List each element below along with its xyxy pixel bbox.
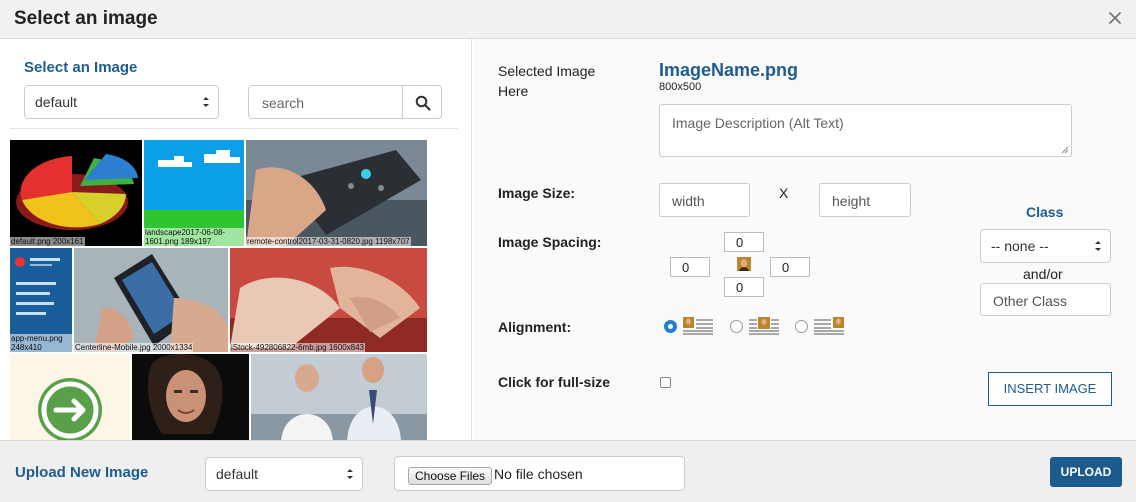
thumbnail-arrow-icon[interactable] [10, 354, 130, 440]
width-input[interactable]: width [659, 183, 750, 217]
fullsize-checkbox[interactable] [660, 377, 671, 388]
spacing-top-input[interactable]: 0 [724, 232, 764, 252]
dialog-titlebar: Select an image [0, 0, 1136, 39]
fullsize-label: Click for full-size [498, 374, 611, 390]
upload-folder-value: default [216, 466, 259, 482]
align-right-radio[interactable] [795, 320, 808, 333]
portrait-picture [132, 354, 249, 440]
alt-text-placeholder: Image Description (Alt Text) [672, 115, 844, 131]
cpr-training-picture [230, 248, 427, 352]
thumbnail-caption: iStock-492806822-6mb.jpg 1600x843 [230, 343, 365, 352]
alt-text-field[interactable]: Image Description (Alt Text) [659, 104, 1072, 157]
andor-label: and/or [1023, 266, 1063, 282]
spacing-left-input[interactable]: 0 [670, 257, 710, 277]
thumbnail-caption: landscape2017-06-08-1601.png 189x197 [144, 228, 244, 246]
select-arrows-icon [1095, 241, 1101, 251]
image-library-panel: Select an Image default search default.p… [0, 39, 472, 440]
search-input[interactable]: search [248, 85, 403, 119]
insert-image-button[interactable]: INSERT IMAGE [988, 372, 1112, 406]
phone-in-hand-picture [74, 248, 228, 352]
thumbnail-caption: app-menu.png 248x410 [10, 334, 72, 352]
library-divider [10, 128, 458, 129]
arrow-circle-picture [10, 354, 130, 440]
image-spacing-label: Image Spacing: [498, 234, 602, 250]
class-select-value: -- none -- [991, 238, 1049, 254]
thumbnail-caption: default.png 200x161 [10, 237, 85, 246]
folder-select[interactable]: default [24, 85, 219, 119]
close-icon[interactable] [1106, 8, 1124, 28]
size-separator: X [779, 185, 789, 201]
align-left-radio[interactable] [664, 320, 677, 333]
image-placeholder-icon [737, 257, 751, 276]
align-center-icon [749, 317, 779, 340]
selected-image-label: Selected Image Here [498, 63, 596, 99]
thumbnail-landscape[interactable]: landscape2017-06-08-1601.png 189x197 [144, 140, 244, 246]
library-heading: Select an Image [24, 59, 138, 76]
select-arrows-icon [203, 97, 209, 107]
search-icon [415, 95, 431, 111]
other-class-input[interactable]: Other Class [980, 283, 1111, 316]
image-size-label: Image Size: [498, 185, 576, 201]
thumbnail-portrait[interactable] [132, 354, 249, 440]
office-meeting-picture [251, 354, 427, 440]
image-dimensions: 800x500 [659, 81, 702, 93]
remote-control-picture [246, 140, 427, 246]
align-left-icon [683, 317, 713, 340]
image-name: ImageName.png [659, 60, 799, 80]
upload-heading: Upload New Image [15, 464, 149, 481]
select-arrows-icon [347, 469, 353, 479]
class-heading: Class [1026, 204, 1064, 220]
align-center-radio[interactable] [730, 320, 743, 333]
thumbnail-remote-control[interactable]: remote-control2017-03-31-0820.jpg 1198x7… [246, 140, 427, 246]
pie-chart-picture [16, 154, 138, 230]
search-placeholder: search [262, 95, 305, 111]
dialog-title: Select an image [14, 8, 158, 29]
spacing-bottom-input[interactable]: 0 [724, 277, 764, 297]
thumbnail-caption: remote-control2017-03-31-0820.jpg 1198x7… [246, 237, 411, 246]
file-picker: Choose Files No file chosen [394, 456, 685, 491]
upload-button[interactable]: UPLOAD [1050, 457, 1122, 487]
thumbnail-gallery[interactable]: default.png 200x161 landscape2017-06-08-… [10, 140, 458, 440]
search-button[interactable] [402, 85, 442, 119]
resize-grip-icon[interactable] [1061, 146, 1069, 154]
thumbnail-istock[interactable]: iStock-492806822-6mb.jpg 1600x843 [230, 248, 427, 352]
width-placeholder: width [672, 193, 705, 209]
align-right-icon [814, 317, 844, 340]
upload-folder-select[interactable]: default [205, 457, 363, 491]
class-select[interactable]: -- none -- [980, 229, 1111, 263]
height-placeholder: height [832, 193, 871, 209]
spacing-right-input[interactable]: 0 [770, 257, 810, 277]
thumbnail-centerline-mobile[interactable]: Centerline-Mobile.jpg 2000x1334 [74, 248, 228, 352]
upload-bar: Upload New Image default Choose Files No… [0, 440, 1136, 502]
thumbnail-caption: Centerline-Mobile.jpg 2000x1334 [74, 343, 194, 352]
folder-select-value: default [35, 94, 78, 110]
no-file-label: No file chosen [494, 466, 583, 482]
choose-files-button[interactable]: Choose Files [408, 467, 493, 485]
other-class-placeholder: Other Class [993, 293, 1067, 309]
alignment-label: Alignment: [498, 319, 572, 335]
thumbnail-default[interactable]: default.png 200x161 [10, 140, 142, 246]
image-details-panel: Selected Image Here ImageName.png 800x50… [473, 39, 1136, 440]
thumbnail-office[interactable] [251, 354, 427, 440]
height-input[interactable]: height [819, 183, 911, 217]
thumbnail-app-menu[interactable]: app-menu.png 248x410 [10, 248, 72, 352]
